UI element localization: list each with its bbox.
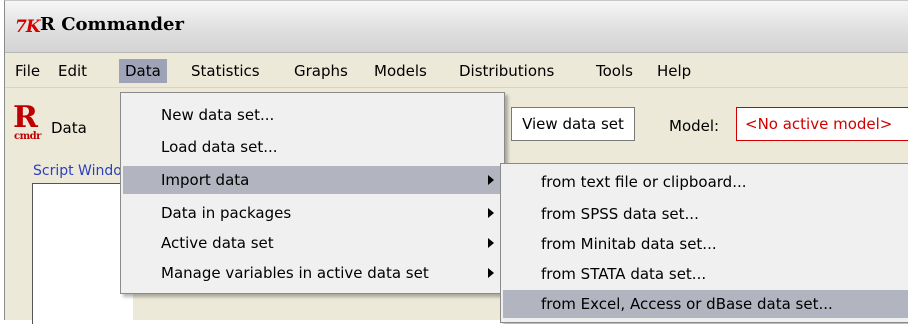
model-label: Model: [669, 117, 720, 135]
menu-tools[interactable]: Tools [590, 59, 639, 83]
menu-distributions[interactable]: Distributions [453, 59, 560, 83]
menu-item-label: Import data [161, 171, 250, 189]
menu-item-new-data-set[interactable]: New data set... [123, 101, 502, 129]
logo-letter: R [13, 100, 38, 135]
submenu-item-from-stata[interactable]: from STATA data set... [503, 260, 908, 288]
menu-statistics[interactable]: Statistics [185, 59, 266, 83]
menu-edit[interactable]: Edit [52, 59, 93, 83]
r-commander-app-icon: 7K [15, 17, 41, 37]
menu-graphs[interactable]: Graphs [288, 59, 354, 83]
data-set-label: Data [51, 119, 87, 137]
menu-item-import-data[interactable]: Import data [123, 166, 502, 194]
submenu-item-from-spss[interactable]: from SPSS data set... [503, 200, 908, 228]
menu-data[interactable]: Data [119, 59, 167, 83]
menu-item-label: New data set... [161, 106, 275, 124]
submenu-arrow-icon [488, 175, 494, 185]
menu-models[interactable]: Models [368, 59, 433, 83]
data-menu-dropdown: New data set... Load data set... Import … [120, 92, 505, 294]
menu-bar: File Edit Data Statistics Graphs Models … [5, 53, 908, 88]
submenu-item-label: from SPSS data set... [541, 205, 699, 223]
menu-item-load-data-set[interactable]: Load data set... [123, 133, 502, 161]
submenu-item-label: from Minitab data set... [541, 235, 717, 253]
menu-item-label: Manage variables in active data set [161, 264, 429, 282]
submenu-item-label: from STATA data set... [541, 265, 707, 283]
menu-help[interactable]: Help [651, 59, 697, 83]
menu-item-active-data-set[interactable]: Active data set [123, 229, 502, 257]
submenu-item-label: from Excel, Access or dBase data set... [541, 295, 833, 313]
menu-file[interactable]: File [9, 59, 46, 83]
window-title: R Commander [40, 14, 184, 35]
script-text-area[interactable] [32, 183, 133, 324]
script-window-tab[interactable]: Script Window [33, 163, 125, 179]
submenu-item-label: from text file or clipboard... [541, 173, 747, 191]
active-model-button[interactable]: <No active model> [736, 107, 908, 141]
submenu-item-from-excel-access-dbase[interactable]: from Excel, Access or dBase data set... [503, 290, 908, 318]
title-bar[interactable]: 7K R Commander [5, 1, 908, 53]
menu-item-label: Data in packages [161, 204, 292, 222]
menu-item-data-in-packages[interactable]: Data in packages [123, 199, 502, 227]
r-commander-logo: R cmdr [13, 103, 49, 147]
view-data-set-button[interactable]: View data set [511, 107, 635, 141]
submenu-arrow-icon [488, 268, 494, 278]
menu-item-manage-variables[interactable]: Manage variables in active data set [123, 259, 502, 287]
menu-item-label: Active data set [161, 234, 274, 252]
submenu-arrow-icon [488, 208, 494, 218]
menu-item-label: Load data set... [161, 138, 278, 156]
import-data-submenu: from text file or clipboard... from SPSS… [500, 163, 908, 323]
logo-subtext: cmdr [14, 131, 41, 142]
submenu-arrow-icon [488, 238, 494, 248]
submenu-item-from-text-file[interactable]: from text file or clipboard... [503, 168, 908, 196]
submenu-item-from-minitab[interactable]: from Minitab data set... [503, 230, 908, 258]
